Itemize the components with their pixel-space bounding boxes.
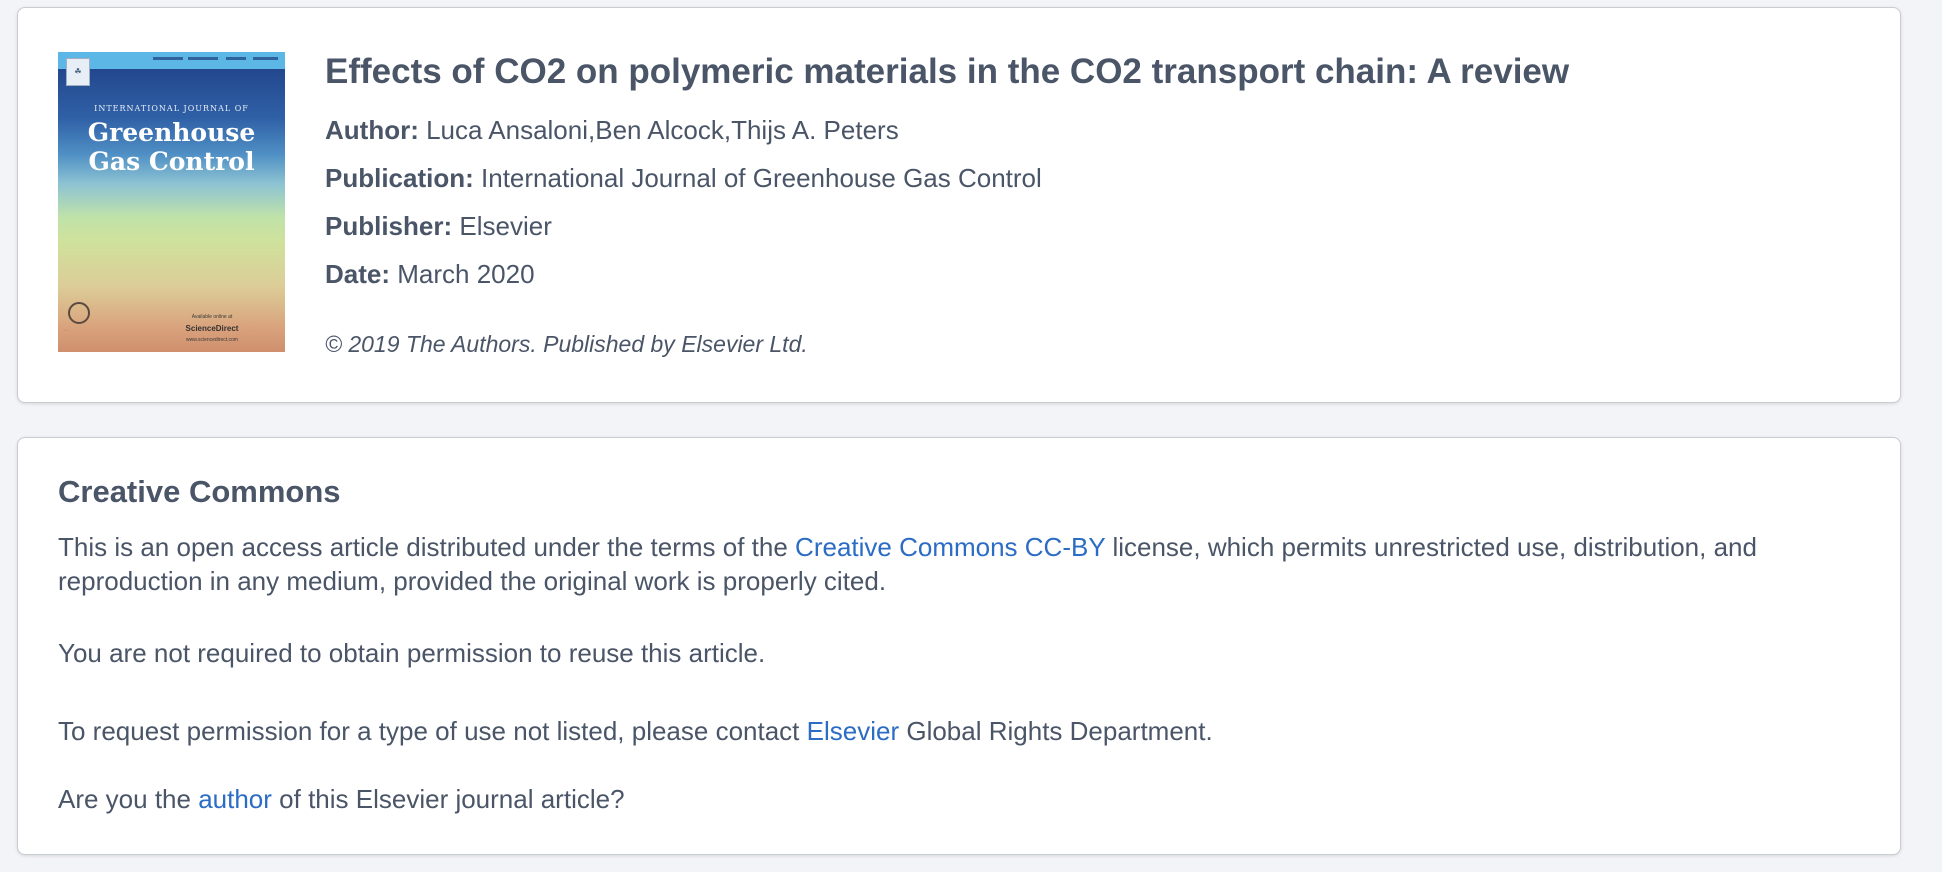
author-link[interactable]: author — [198, 784, 272, 814]
cc-text-before: This is an open access article distribut… — [58, 532, 796, 562]
publisher-value: Elsevier — [459, 211, 552, 241]
elsevier-link[interactable]: Elsevier — [807, 716, 899, 746]
license-heading: Creative Commons — [58, 474, 341, 509]
cover-journal-line1: Greenhouse — [87, 118, 256, 147]
contact-paragraph: To request permission for a type of use … — [58, 714, 1868, 748]
elsevier-logo-icon: ☘ — [66, 58, 90, 86]
cover-seal-text: … — [64, 327, 68, 332]
author-text-before: Are you the — [58, 784, 199, 814]
date-label: Date: — [325, 259, 391, 289]
contact-text-after: Global Rights Department. — [899, 716, 1213, 746]
cover-url: www.sciencedirect.com — [186, 337, 238, 343]
cover-journal-small: INTERNATIONAL JOURNAL OF — [94, 104, 249, 113]
article-card: ☘ INTERNATIONAL JOURNAL OF Greenhouse Ga… — [17, 7, 1901, 403]
cover-journal-title: Greenhouse Gas Control — [58, 118, 285, 176]
publication-value: International Journal of Greenhouse Gas … — [481, 163, 1042, 193]
cc-license-paragraph: This is an open access article distribut… — [58, 530, 1868, 598]
cover-top-strip — [58, 52, 285, 69]
publisher-row: Publisher: Elsevier — [325, 211, 552, 242]
publication-row: Publication: International Journal of Gr… — [325, 163, 1042, 194]
creative-commons-link[interactable]: Creative Commons CC-BY — [795, 532, 1105, 562]
author-question-paragraph: Are you the author of this Elsevier jour… — [58, 782, 1868, 816]
not-required-paragraph: You are not required to obtain permissio… — [58, 638, 766, 668]
copyright-notice: © 2019 The Authors. Published by Elsevie… — [325, 331, 808, 357]
author-label: Author: — [325, 115, 419, 145]
contact-text-before: To request permission for a type of use … — [58, 716, 807, 746]
author-text-after: of this Elsevier journal article? — [271, 784, 625, 814]
cover-seal-icon — [68, 302, 90, 324]
cover-sciencedirect-logo: ScienceDirect — [185, 324, 239, 333]
cover-journal-line2: Gas Control — [88, 147, 255, 176]
date-row: Date: March 2020 — [325, 259, 535, 290]
publication-label: Publication: — [325, 163, 474, 193]
article-title: Effects of CO2 on polymeric materials in… — [325, 52, 1570, 91]
author-value: Luca Ansaloni,Ben Alcock,Thijs A. Peters — [426, 115, 899, 145]
journal-cover-image: ☘ INTERNATIONAL JOURNAL OF Greenhouse Ga… — [58, 52, 285, 352]
cover-available-text: Available online at — [191, 314, 233, 320]
date-value: March 2020 — [397, 259, 535, 289]
license-card: Creative Commons This is an open access … — [17, 437, 1901, 855]
publisher-label: Publisher: — [325, 211, 453, 241]
author-row: Author: Luca Ansaloni,Ben Alcock,Thijs A… — [325, 115, 899, 146]
